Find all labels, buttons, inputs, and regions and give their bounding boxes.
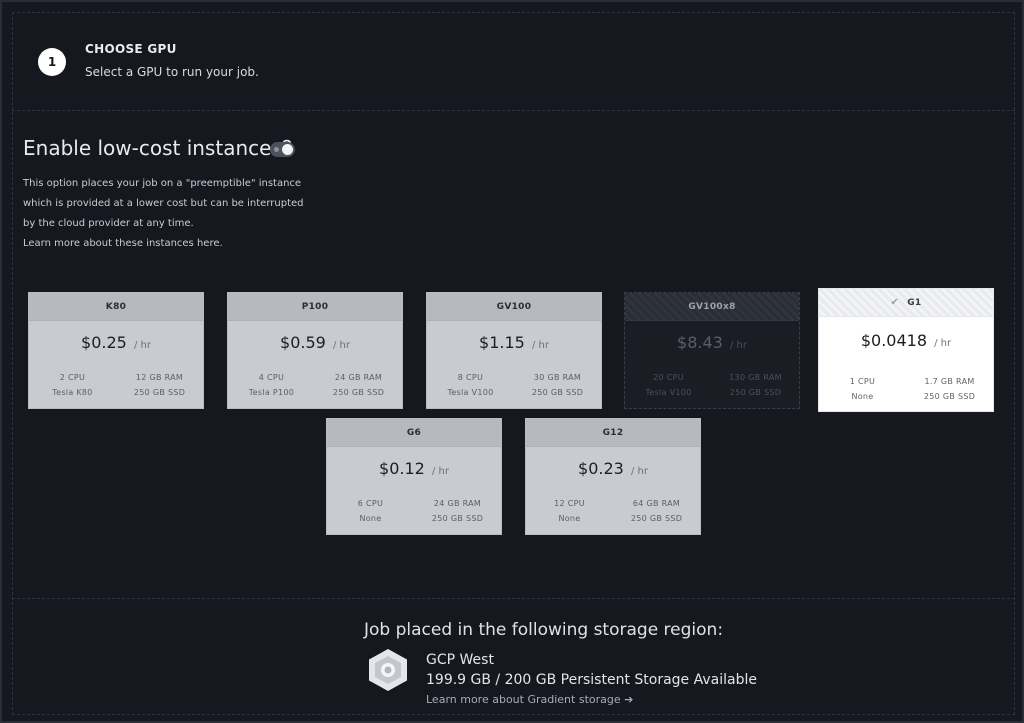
price-unit: / hr — [133, 340, 151, 351]
step-number-badge: 1 — [38, 48, 66, 76]
gpu-card-g6[interactable]: G6 $0.12 / hr 6 CPU 24 GB RAM None 250 G… — [326, 418, 502, 535]
spec-ssd: 250 GB SSD — [630, 514, 683, 523]
price-value: $0.59 — [280, 333, 326, 352]
spec-ram: 24 GB RAM — [334, 373, 383, 382]
spec-ram: 24 GB RAM — [433, 499, 482, 508]
price-value: $1.15 — [479, 333, 525, 352]
storage-region-name: GCP West — [426, 652, 494, 668]
learn-more-storage-text: Learn more about Gradient storage — [426, 693, 621, 706]
price-value: $8.43 — [677, 333, 723, 352]
step-title: CHOOSE GPU — [85, 42, 177, 56]
spec-ssd: 250 GB SSD — [531, 388, 584, 397]
spec-ssd: 250 GB SSD — [923, 392, 976, 401]
gpu-name: GV100x8 — [625, 293, 799, 321]
gpu-card-gv100[interactable]: GV100 $1.15 / hr 8 CPU 30 GB RAM Tesla V… — [426, 292, 602, 409]
gpu-name: P100 — [228, 293, 402, 321]
gpu-card-g1[interactable]: ✔ G1 $0.0418 / hr 1 CPU 1.7 GB RAM None 2… — [818, 288, 994, 412]
section-divider — [12, 110, 1015, 111]
gpu-price: $0.59 / hr — [228, 333, 402, 352]
price-unit: / hr — [332, 340, 350, 351]
gpu-specs: 12 CPU 64 GB RAM None 250 GB SSD — [526, 499, 700, 523]
description-line: which is provided at a lower cost but ca… — [23, 198, 304, 209]
spec-cpu: 20 CPU — [653, 373, 684, 382]
spec-ram: 30 GB RAM — [533, 373, 582, 382]
spec-ssd: 250 GB SSD — [332, 388, 385, 397]
toggle-knob — [282, 144, 293, 155]
gpu-card-p100[interactable]: P100 $0.59 / hr 4 CPU 24 GB RAM Tesla P1… — [227, 292, 403, 409]
spec-gpu: Tesla P100 — [248, 388, 295, 397]
arrow-right-icon: ➔ — [624, 693, 634, 706]
gpu-specs: 2 CPU 12 GB RAM Tesla K80 250 GB SSD — [29, 373, 203, 397]
description-line: by the cloud provider at any time. — [23, 218, 194, 229]
learn-more-instances-link[interactable]: here — [197, 238, 220, 249]
gpu-price: $1.15 / hr — [427, 333, 601, 352]
gpu-card-k80[interactable]: K80 $0.25 / hr 2 CPU 12 GB RAM Tesla K80… — [28, 292, 204, 409]
spec-cpu: 12 CPU — [554, 499, 585, 508]
gpu-specs: 1 CPU 1.7 GB RAM None 250 GB SSD — [819, 377, 993, 401]
low-cost-description: This option places your job on a "preemp… — [23, 174, 323, 254]
spec-gpu: Tesla V100 — [645, 388, 692, 397]
low-cost-heading: Enable low-cost instances? — [23, 136, 293, 160]
price-unit: / hr — [934, 338, 952, 349]
spec-cpu: 8 CPU — [457, 373, 484, 382]
price-value: $0.0418 — [860, 331, 928, 350]
spec-cpu: 6 CPU — [357, 499, 384, 508]
spec-ssd: 250 GB SSD — [431, 514, 484, 523]
price-unit: / hr — [729, 340, 747, 351]
gpu-specs: 4 CPU 24 GB RAM Tesla P100 250 GB SSD — [228, 373, 402, 397]
spec-cpu: 2 CPU — [59, 373, 86, 382]
spec-gpu: None — [359, 514, 382, 523]
spec-ssd: 250 GB SSD — [133, 388, 186, 397]
gpu-name-label: G1 — [907, 297, 922, 308]
gpu-price: $0.0418 / hr — [819, 331, 993, 350]
gpu-name: G6 — [327, 419, 501, 447]
storage-region-heading: Job placed in the following storage regi… — [364, 620, 724, 640]
gpu-card-gv100x8: GV100x8 $8.43 / hr 20 CPU 130 GB RAM Tes… — [624, 292, 800, 409]
learn-more-storage-link[interactable]: Learn more about Gradient storage ➔ — [426, 693, 633, 706]
gpu-price: $0.25 / hr — [29, 333, 203, 352]
gcp-hexagon-icon — [369, 649, 407, 691]
gpu-card-g12[interactable]: G12 $0.23 / hr 12 CPU 64 GB RAM None 250… — [525, 418, 701, 535]
gpu-name: ✔ G1 — [819, 289, 993, 317]
spec-ram: 130 GB RAM — [729, 373, 782, 382]
spec-cpu: 4 CPU — [258, 373, 285, 382]
gpu-specs: 8 CPU 30 GB RAM Tesla V100 250 GB SSD — [427, 373, 601, 397]
price-value: $0.25 — [81, 333, 127, 352]
spec-gpu: Tesla K80 — [52, 388, 93, 397]
low-cost-toggle[interactable] — [270, 142, 295, 157]
price-unit: / hr — [531, 340, 549, 351]
section-divider — [12, 598, 1015, 599]
gpu-name: K80 — [29, 293, 203, 321]
spec-gpu: None — [851, 392, 874, 401]
price-unit: / hr — [630, 466, 648, 477]
gpu-name: GV100 — [427, 293, 601, 321]
gpu-specs: 6 CPU 24 GB RAM None 250 GB SSD — [327, 499, 501, 523]
spec-gpu: Tesla V100 — [447, 388, 494, 397]
spec-ram: 12 GB RAM — [135, 373, 184, 382]
app-frame: 1 CHOOSE GPU Select a GPU to run your jo… — [0, 0, 1024, 723]
gpu-price: $0.23 / hr — [526, 459, 700, 478]
gpu-price: $0.12 / hr — [327, 459, 501, 478]
price-value: $0.12 — [379, 459, 425, 478]
toggle-indicator-icon — [274, 147, 279, 152]
storage-availability: 199.9 GB / 200 GB Persistent Storage Ava… — [426, 672, 757, 688]
gpu-price: $8.43 / hr — [625, 333, 799, 352]
step-subtitle: Select a GPU to run your job. — [85, 65, 259, 79]
spec-cpu: 1 CPU — [849, 377, 876, 386]
spec-ram: 1.7 GB RAM — [924, 377, 975, 386]
checkmark-icon: ✔ — [890, 297, 900, 308]
learn-more-period: . — [219, 238, 223, 249]
gpu-name: G12 — [526, 419, 700, 447]
learn-more-line: Learn more about these instances here. — [23, 234, 323, 254]
spec-gpu: None — [558, 514, 581, 523]
spec-ssd: 250 GB SSD — [729, 388, 782, 397]
learn-more-text: Learn more about these instances — [23, 238, 197, 249]
spec-ram: 64 GB RAM — [632, 499, 681, 508]
description-line: This option places your job on a "preemp… — [23, 178, 302, 189]
gpu-specs: 20 CPU 130 GB RAM Tesla V100 250 GB SSD — [625, 373, 799, 397]
price-value: $0.23 — [578, 459, 624, 478]
price-unit: / hr — [431, 466, 449, 477]
